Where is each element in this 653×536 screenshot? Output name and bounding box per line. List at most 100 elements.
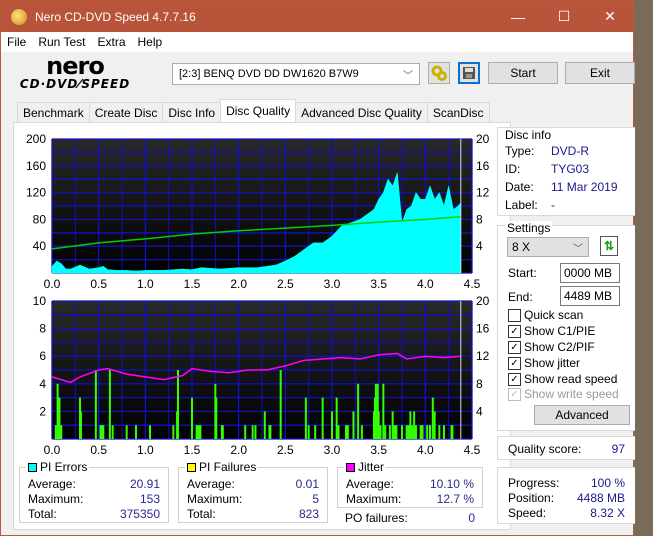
advanced-button[interactable]: Advanced — [534, 405, 630, 425]
x-tick-label: 0.0 — [44, 443, 61, 457]
quick-scan-checkbox[interactable]: Quick scan — [508, 307, 583, 323]
checkmark-icon: ✓ — [508, 324, 521, 338]
label: ID: — [505, 162, 521, 176]
x-tick-label: 0.5 — [90, 443, 107, 457]
disc-type: DVD-R — [551, 144, 589, 158]
checkmark-icon: ✓ — [508, 340, 521, 354]
label: Position: — [508, 491, 555, 505]
exit-button[interactable]: Exit — [565, 62, 635, 84]
label: Quality score: — [508, 442, 582, 456]
jitter-legend: Jitter — [344, 460, 387, 474]
label: End: — [508, 290, 533, 304]
checkmark-icon: ✓ — [508, 372, 521, 386]
show-read-speed-checkbox[interactable]: ✓ Show read speed — [508, 371, 617, 387]
y-left-tick-label: 10 — [33, 294, 47, 308]
x-tick-label: 2.0 — [230, 277, 247, 291]
x-tick-label: 2.5 — [277, 443, 294, 457]
y-right-tick-label: 16 — [476, 322, 490, 336]
speed-value: 8.32 X — [590, 506, 625, 520]
label: Average: — [346, 477, 394, 491]
y-left-tick-label: 160 — [26, 159, 46, 173]
pi-errors-average: 20.91 — [129, 477, 160, 491]
app-window: Nero CD-DVD Speed 4.7.7.16 — ☐ ✕ File Ru… — [0, 0, 635, 536]
label: Total: — [28, 507, 57, 521]
pi-failures-group: PI Failures Average: 0.01 Maximum: 5 Total… — [178, 460, 328, 523]
checkbox-label: Show C2/PIF — [524, 340, 595, 354]
settings-title: Settings — [505, 221, 553, 235]
pi-failures-swatch — [187, 462, 196, 472]
checkmark-icon: ✓ — [508, 387, 521, 401]
progress-group: Progress: 100 % Position: 4488 MB Speed:… — [497, 467, 635, 524]
chevron-down-icon: ﹀ — [573, 243, 583, 255]
charts-container: 0.0 0.5 1.0 1.5 2.0 2.5 3.0 3.5 4.0 4.5 200 160 120 8… — [26, 132, 490, 457]
x-tick-label: 4.0 — [417, 443, 434, 457]
pi-errors-swatch — [28, 462, 37, 472]
label: Total: — [187, 507, 216, 521]
x-tick-label: 0.5 — [90, 277, 107, 291]
x-tick-label: 3.0 — [324, 443, 341, 457]
x-tick-label: 0.0 — [44, 277, 61, 291]
x-tick-label: 4.5 — [464, 443, 481, 457]
label: Date: — [505, 180, 534, 194]
jitter-title: Jitter — [358, 460, 385, 474]
pi-failures-maximum: 5 — [312, 492, 319, 506]
y-left-tick-label: 2 — [39, 404, 46, 418]
refresh-button[interactable]: ⇅ — [600, 236, 618, 256]
y-left-tick-label: 200 — [26, 132, 46, 146]
label: Maximum: — [187, 492, 243, 506]
label: Maximum: — [346, 492, 402, 506]
y-left-tick-label: 6 — [39, 349, 46, 363]
pi-failures-average: 0.01 — [295, 477, 319, 491]
maximize-button[interactable]: ☐ — [541, 1, 587, 32]
end-field[interactable]: 4489 MB — [560, 286, 620, 306]
y-right-tick-label: 8 — [476, 377, 483, 391]
show-c2-pif-checkbox[interactable]: ✓ Show C2/PIF — [508, 339, 595, 355]
y-right-tick-label: 20 — [476, 294, 490, 308]
tab-disc-quality[interactable]: Disc Quality — [220, 99, 297, 122]
minimize-button[interactable]: — — [495, 1, 541, 32]
y-right-tick-label: 12 — [476, 186, 490, 200]
x-tick-label: 1.5 — [184, 443, 201, 457]
x-tick-label: 3.5 — [370, 443, 387, 457]
checkbox-label: Show C1/PIE — [524, 324, 596, 338]
speed-select[interactable]: 8 X ﹀ — [507, 237, 589, 257]
refresh-icon: ⇅ — [603, 239, 615, 253]
disc-info-group: Disc info Type: DVD-R ID: TYG03 Date: 11… — [497, 127, 635, 216]
show-c1-pie-checkbox[interactable]: ✓ Show C1/PIE — [508, 323, 595, 339]
disc-date: 11 Mar 2019 — [551, 180, 618, 194]
pi-errors-group: PI Errors Average: 20.91 Maximum: 153 Tota… — [19, 460, 169, 523]
pi-errors-title: PI Errors — [40, 460, 88, 474]
label: Speed: — [508, 506, 547, 520]
checkbox-label: Quick scan — [524, 308, 584, 322]
close-button[interactable]: ✕ — [587, 1, 633, 32]
label: Maximum: — [28, 492, 84, 506]
x-tick-label: 1.0 — [137, 443, 154, 457]
y-right-tick-label: 8 — [476, 212, 483, 226]
checkbox-box — [508, 308, 521, 322]
label: Average: — [187, 477, 235, 491]
y-left-tick-label: 120 — [26, 186, 46, 200]
label: Label: — [505, 198, 538, 212]
position-value: 4488 MB — [576, 491, 625, 505]
y-right-tick-label: 16 — [476, 159, 490, 173]
disc-label: - — [551, 198, 555, 212]
po-failures-row: PO failures: 0 — [345, 511, 475, 525]
label: Average: — [28, 477, 76, 491]
start-field[interactable]: 0000 MB — [560, 263, 620, 283]
x-tick-label: 3.0 — [324, 277, 341, 291]
checkbox-label: Show write speed — [524, 387, 619, 401]
jitter-maximum: 12.7 % — [436, 492, 474, 506]
checkmark-icon: ✓ — [508, 356, 521, 370]
y-left-tick-label: 40 — [33, 239, 47, 253]
label: PO failures: — [345, 511, 408, 525]
jitter-swatch — [346, 462, 355, 472]
settings-group: Settings 8 X ﹀ ⇅ Start: 0000 MB End: 448… — [497, 221, 635, 431]
checkbox-label: Show jitter — [524, 356, 581, 370]
label: Type: — [505, 144, 535, 158]
pi-errors-total: 375350 — [119, 507, 160, 521]
x-tick-label: 2.0 — [230, 443, 247, 457]
show-jitter-checkbox[interactable]: ✓ Show jitter — [508, 355, 580, 371]
x-tick-label: 4.5 — [464, 277, 481, 291]
speed-select-value: 8 X — [512, 240, 531, 254]
x-tick-label: 4.0 — [417, 277, 434, 291]
